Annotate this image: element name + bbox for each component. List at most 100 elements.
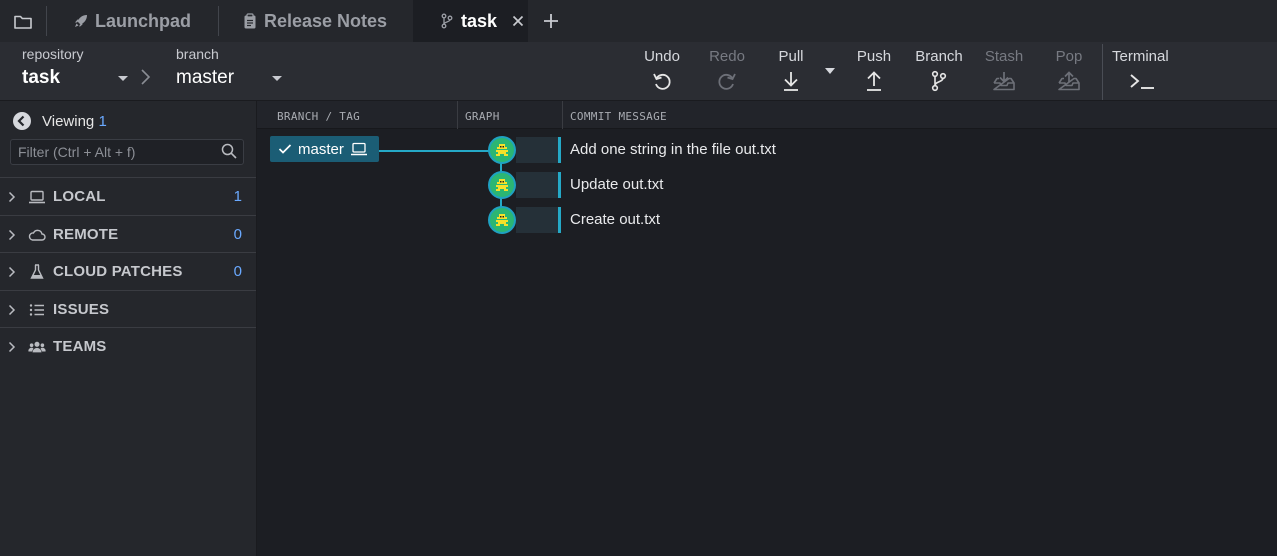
commit-graph-header: BRANCH / TAG GRAPH COMMIT MESSAGE	[257, 101, 1277, 129]
repository-label: repository	[22, 46, 84, 62]
row-highlight	[516, 207, 558, 233]
tab-divider	[218, 6, 219, 36]
upload-arrow-icon	[861, 69, 887, 93]
undo-icon	[649, 69, 675, 93]
redo-label: Redo	[709, 48, 745, 65]
close-icon[interactable]	[511, 14, 525, 28]
chevron-down-icon	[118, 76, 128, 81]
section-count: 0	[233, 226, 242, 243]
avatar-icon	[494, 143, 510, 157]
filter-input[interactable]	[10, 139, 244, 165]
tab-label: Release Notes	[264, 10, 388, 31]
tab-label: task	[461, 10, 498, 31]
pull-button[interactable]: Pull	[770, 42, 812, 100]
branch-icon	[439, 13, 455, 29]
commit-message[interactable]: Create out.txt	[570, 211, 660, 228]
back-arrow-icon[interactable]	[12, 111, 32, 131]
branch-button[interactable]: Branch	[913, 42, 965, 100]
section-label: REMOTE	[53, 226, 119, 243]
pop-icon	[1056, 69, 1082, 93]
branch-name: master	[176, 67, 235, 88]
laptop-icon	[350, 142, 368, 156]
chevron-right-icon	[8, 229, 16, 241]
column-header-commit-message[interactable]: COMMIT MESSAGE	[570, 110, 667, 123]
column-divider[interactable]	[457, 101, 458, 129]
section-label: LOCAL	[53, 188, 106, 205]
chevron-right-icon	[140, 68, 152, 86]
stash-label: Stash	[984, 48, 1024, 65]
open-repo-button[interactable]	[6, 6, 40, 36]
section-label: TEAMS	[53, 338, 107, 355]
row-highlight	[516, 172, 558, 198]
rocket-icon	[73, 13, 89, 29]
commit-node-avatar[interactable]	[488, 206, 516, 234]
toolbar-divider	[1102, 44, 1103, 100]
column-header-graph[interactable]: GRAPH	[465, 110, 500, 123]
undo-button[interactable]: Undo	[640, 42, 684, 100]
sidebar-section-local[interactable]: LOCAL 1	[0, 177, 256, 215]
branch-label-master[interactable]: master	[270, 136, 379, 162]
tab-divider	[46, 6, 47, 36]
column-divider[interactable]	[562, 101, 563, 129]
sidebar-section-remote[interactable]: REMOTE 0	[0, 215, 256, 253]
commit-node-avatar[interactable]	[488, 171, 516, 199]
download-arrow-icon	[778, 69, 804, 93]
row-highlight	[516, 137, 558, 163]
flask-icon	[28, 263, 46, 280]
branch-button-label: Branch	[915, 48, 963, 65]
laptop-icon	[28, 189, 46, 205]
pull-options-chevron-down-icon[interactable]	[825, 68, 835, 74]
tab-label: Launchpad	[95, 10, 192, 31]
commit-message[interactable]: Add one string in the file out.txt	[570, 141, 776, 158]
tab-release-notes[interactable]: Release Notes	[228, 0, 413, 42]
users-icon	[28, 339, 46, 355]
tab-task[interactable]: task	[413, 0, 528, 42]
check-icon	[278, 143, 292, 155]
row-marker	[558, 172, 561, 198]
viewing-label: Viewing	[42, 112, 95, 130]
branch-label: branch	[176, 46, 219, 62]
viewing-header: Viewing 1	[12, 111, 107, 131]
avatar-icon	[494, 178, 510, 192]
row-marker	[558, 137, 561, 163]
push-button[interactable]: Push	[853, 42, 895, 100]
terminal-label: Terminal	[1112, 48, 1169, 65]
chevron-right-icon	[8, 341, 16, 353]
cloud-icon	[28, 227, 46, 243]
tab-bar: Launchpad Release Notes task	[0, 0, 1277, 42]
pop-button[interactable]: Pop	[1047, 42, 1091, 100]
terminal-icon	[1128, 69, 1156, 93]
left-panel: Viewing 1 LOCAL 1 REMOTE 0 CLOUD PATCHES…	[0, 101, 257, 556]
stash-icon	[991, 69, 1017, 93]
toolbar: repository task branch master Undo Redo …	[0, 42, 1277, 101]
section-count: 0	[233, 263, 242, 280]
terminal-button[interactable]: Terminal	[1112, 42, 1172, 100]
column-header-branch-tag[interactable]: BRANCH / TAG	[277, 110, 360, 123]
section-count: 1	[233, 188, 242, 205]
branch-icon	[926, 69, 952, 93]
push-label: Push	[856, 48, 892, 65]
undo-label: Undo	[644, 48, 680, 65]
row-marker	[558, 207, 561, 233]
branch-pill-label: master	[298, 140, 344, 158]
branch-connector-line	[379, 150, 489, 152]
list-icon	[28, 302, 46, 318]
sidebar-section-issues[interactable]: ISSUES	[0, 290, 256, 328]
new-tab-button[interactable]	[538, 8, 564, 34]
commit-node-avatar[interactable]	[488, 136, 516, 164]
section-label: ISSUES	[53, 301, 110, 318]
folder-icon	[14, 14, 32, 29]
sidebar-section-teams[interactable]: TEAMS	[0, 327, 256, 365]
stash-button[interactable]: Stash	[982, 42, 1026, 100]
sidebar-section-cloud-patches[interactable]: CLOUD PATCHES 0	[0, 252, 256, 290]
chevron-down-icon	[272, 76, 282, 81]
pull-label: Pull	[778, 48, 804, 65]
viewing-count: 1	[98, 112, 107, 130]
chevron-right-icon	[8, 191, 16, 203]
section-label: CLOUD PATCHES	[53, 263, 183, 280]
tab-launchpad[interactable]: Launchpad	[60, 0, 218, 42]
commit-message[interactable]: Update out.txt	[570, 176, 663, 193]
repository-name: task	[22, 67, 61, 88]
redo-button[interactable]: Redo	[705, 42, 749, 100]
chevron-right-icon	[8, 266, 16, 278]
